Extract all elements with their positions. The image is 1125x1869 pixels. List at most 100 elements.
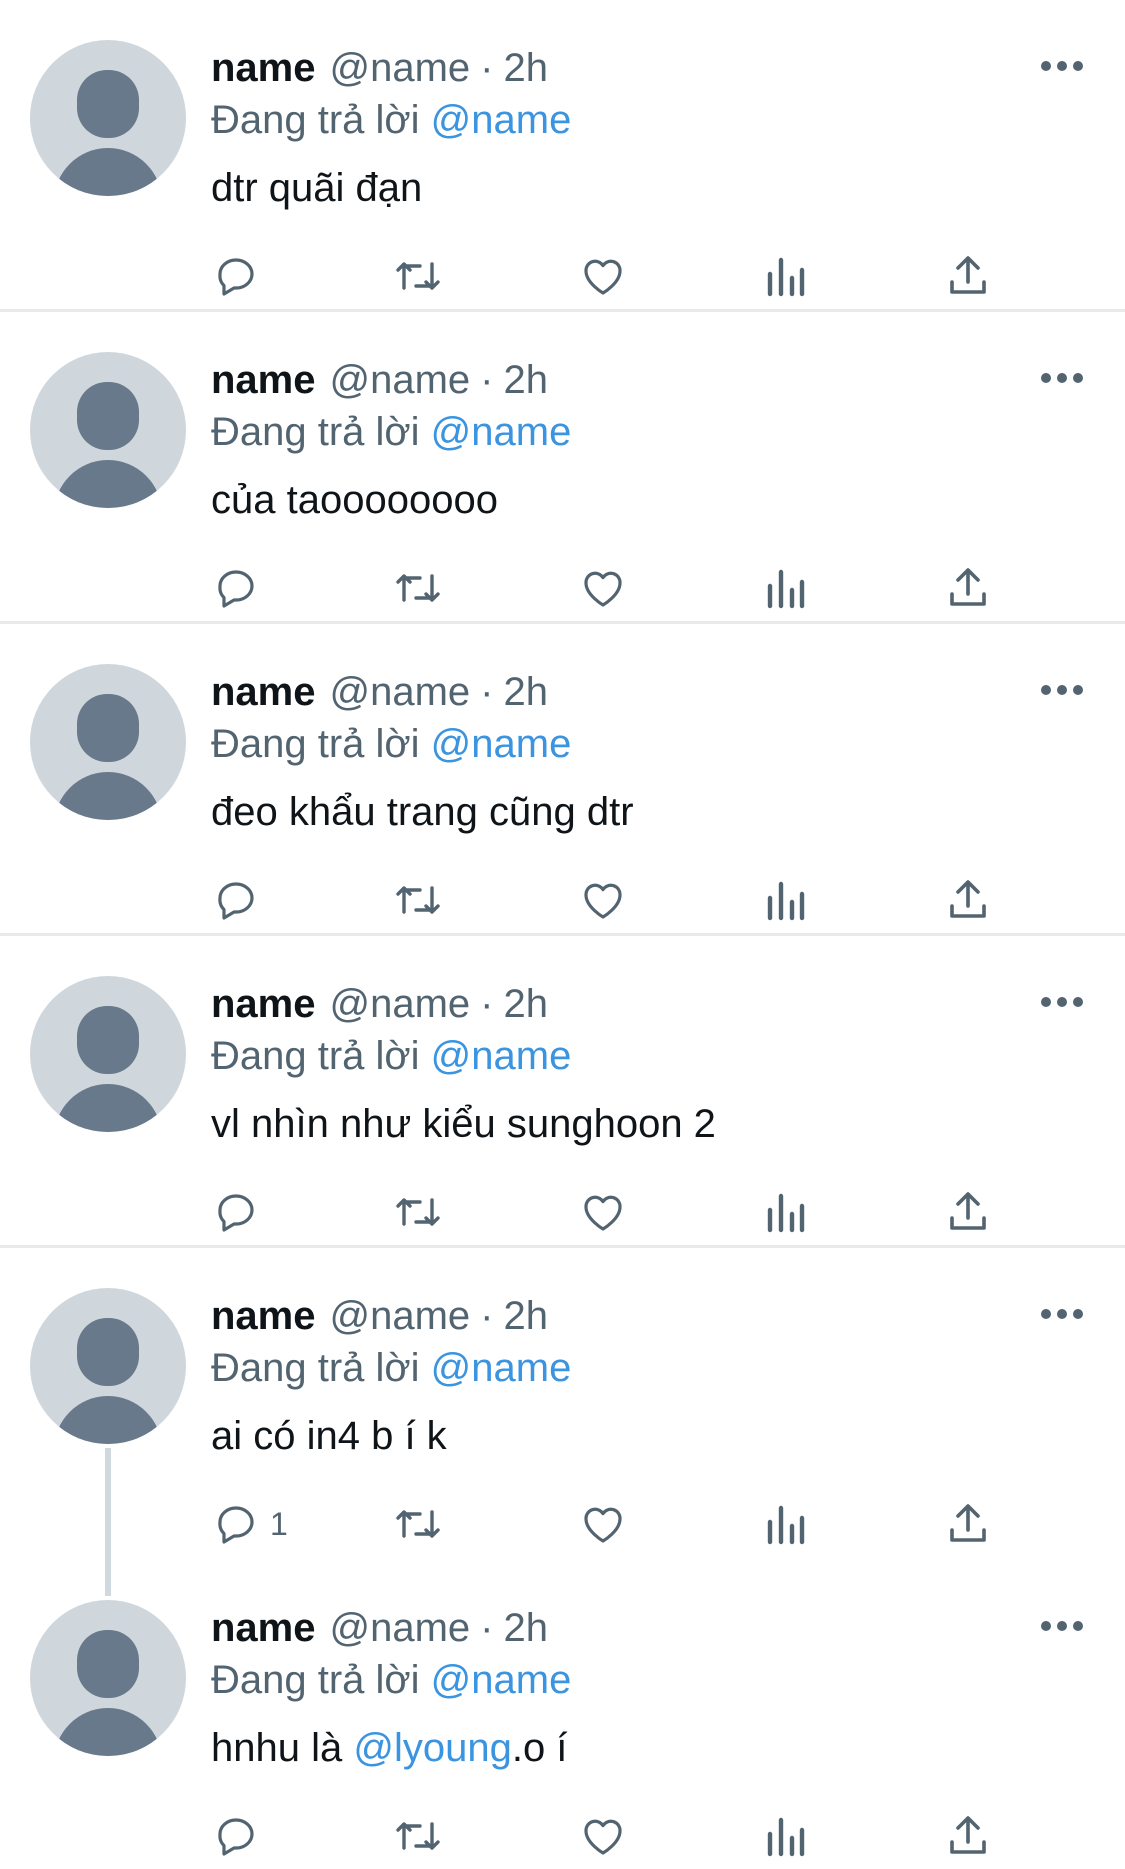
tweet[interactable]: name @name · 2h Đang trả lời @name vl nhìn … xyxy=(0,936,1125,1248)
heart-icon xyxy=(584,883,622,919)
views-button[interactable] xyxy=(764,1188,808,1236)
retweet-icon xyxy=(396,1510,440,1538)
reply-button[interactable] xyxy=(212,1188,270,1236)
like-button[interactable] xyxy=(578,1500,628,1548)
replying-to-label: Đang trả lời xyxy=(211,722,420,766)
avatar[interactable] xyxy=(30,1288,186,1444)
share-button[interactable] xyxy=(944,252,992,300)
replying-to-mention[interactable]: @name xyxy=(431,1034,572,1078)
reply-feed: name @name · 2h Đang trả lời @name dtr quãi… xyxy=(0,0,1125,1869)
user-handle[interactable]: @name xyxy=(330,358,471,402)
retweet-button[interactable] xyxy=(392,564,444,612)
timestamp[interactable]: 2h xyxy=(504,982,549,1026)
avatar[interactable] xyxy=(30,40,186,196)
reply-button[interactable]: 1 xyxy=(212,1500,288,1548)
avatar[interactable] xyxy=(30,352,186,508)
separator-dot: · xyxy=(480,358,494,402)
views-button[interactable] xyxy=(764,564,808,612)
share-button[interactable] xyxy=(944,1188,992,1236)
timestamp[interactable]: 2h xyxy=(504,1606,549,1650)
display-name[interactable]: name xyxy=(211,1294,316,1338)
more-icon[interactable] xyxy=(1040,1304,1084,1324)
tweet-text: dtr quãi đạn xyxy=(211,166,423,210)
reply-button[interactable] xyxy=(212,252,270,300)
retweet-button[interactable] xyxy=(392,1500,444,1548)
display-name[interactable]: name xyxy=(211,982,316,1026)
views-button[interactable] xyxy=(764,1500,808,1548)
user-handle[interactable]: @name xyxy=(330,670,471,714)
more-icon[interactable] xyxy=(1040,1616,1084,1636)
reply-button[interactable] xyxy=(212,1812,270,1860)
like-button[interactable] xyxy=(578,564,628,612)
heart-icon xyxy=(584,571,622,607)
tweet[interactable]: name @name · 2h Đang trả lời @name hnhu là … xyxy=(0,1560,1125,1869)
views-button[interactable] xyxy=(764,252,808,300)
retweet-button[interactable] xyxy=(392,252,444,300)
like-button[interactable] xyxy=(578,1812,628,1860)
replying-to-mention[interactable]: @name xyxy=(431,98,572,142)
action-bar: 1 xyxy=(0,1500,1125,1548)
retweet-button[interactable] xyxy=(392,1188,444,1236)
timestamp[interactable]: 2h xyxy=(504,670,549,714)
reply-icon xyxy=(218,1506,254,1544)
analytics-icon xyxy=(767,881,805,921)
more-icon[interactable] xyxy=(1040,56,1084,76)
like-button[interactable] xyxy=(578,1188,628,1236)
retweet-button[interactable] xyxy=(392,876,444,924)
like-button[interactable] xyxy=(578,876,628,924)
tweet-header: name @name · 2h xyxy=(211,1604,548,1652)
tweet[interactable]: name @name · 2h Đang trả lời @name đeo khẩu… xyxy=(0,624,1125,936)
share-button[interactable] xyxy=(944,876,992,924)
retweet-icon xyxy=(396,1198,440,1226)
share-button[interactable] xyxy=(944,564,992,612)
replying-to-mention[interactable]: @name xyxy=(431,722,572,766)
more-icon[interactable] xyxy=(1040,680,1084,700)
user-handle[interactable]: @name xyxy=(330,982,471,1026)
replying-to-mention[interactable]: @name xyxy=(431,410,572,454)
share-button[interactable] xyxy=(944,1812,992,1860)
tweet[interactable]: name @name · 2h Đang trả lời @name ai có in… xyxy=(0,1248,1125,1560)
tweet-mention-link[interactable]: @lyoung xyxy=(353,1726,511,1770)
replying-to: Đang trả lời @name xyxy=(211,408,571,456)
analytics-icon xyxy=(767,1817,805,1857)
tweet-text-end: .o í xyxy=(511,1726,568,1770)
tweet[interactable]: name @name · 2h Đang trả lời @name dtr quãi… xyxy=(0,0,1125,312)
action-bar xyxy=(0,564,1125,612)
share-button[interactable] xyxy=(944,1500,992,1548)
user-handle[interactable]: @name xyxy=(330,1606,471,1650)
heart-icon xyxy=(584,259,622,295)
reply-count: 1 xyxy=(270,1505,288,1542)
separator-dot: · xyxy=(480,982,494,1026)
retweet-button[interactable] xyxy=(392,1812,444,1860)
like-button[interactable] xyxy=(578,252,628,300)
timestamp[interactable]: 2h xyxy=(504,1294,549,1338)
reply-button[interactable] xyxy=(212,564,270,612)
views-button[interactable] xyxy=(764,1812,808,1860)
reply-button[interactable] xyxy=(212,876,270,924)
avatar[interactable] xyxy=(30,1600,186,1756)
retweet-icon xyxy=(396,574,440,602)
reply-icon xyxy=(218,1818,254,1856)
more-icon[interactable] xyxy=(1040,368,1084,388)
views-button[interactable] xyxy=(764,876,808,924)
avatar[interactable] xyxy=(30,976,186,1132)
retweet-icon xyxy=(396,262,440,290)
replying-to: Đang trả lời @name xyxy=(211,720,571,768)
tweet[interactable]: name @name · 2h Đang trả lời @name của taoo… xyxy=(0,312,1125,624)
display-name[interactable]: name xyxy=(211,46,316,90)
more-icon[interactable] xyxy=(1040,992,1084,1012)
timestamp[interactable]: 2h xyxy=(504,46,549,90)
replying-to-mention[interactable]: @name xyxy=(431,1346,572,1390)
tweet-text-start: hnhu là xyxy=(211,1726,354,1770)
replying-to-label: Đang trả lời xyxy=(211,1346,420,1390)
user-handle[interactable]: @name xyxy=(330,1294,471,1338)
replying-to-label: Đang trả lời xyxy=(211,1034,420,1078)
avatar[interactable] xyxy=(30,664,186,820)
display-name[interactable]: name xyxy=(211,358,316,402)
replying-to-mention[interactable]: @name xyxy=(431,1658,572,1702)
user-handle[interactable]: @name xyxy=(330,46,471,90)
timestamp[interactable]: 2h xyxy=(504,358,549,402)
display-name[interactable]: name xyxy=(211,670,316,714)
tweet-text: ai có in4 b í k xyxy=(211,1414,447,1458)
display-name[interactable]: name xyxy=(211,1606,316,1650)
